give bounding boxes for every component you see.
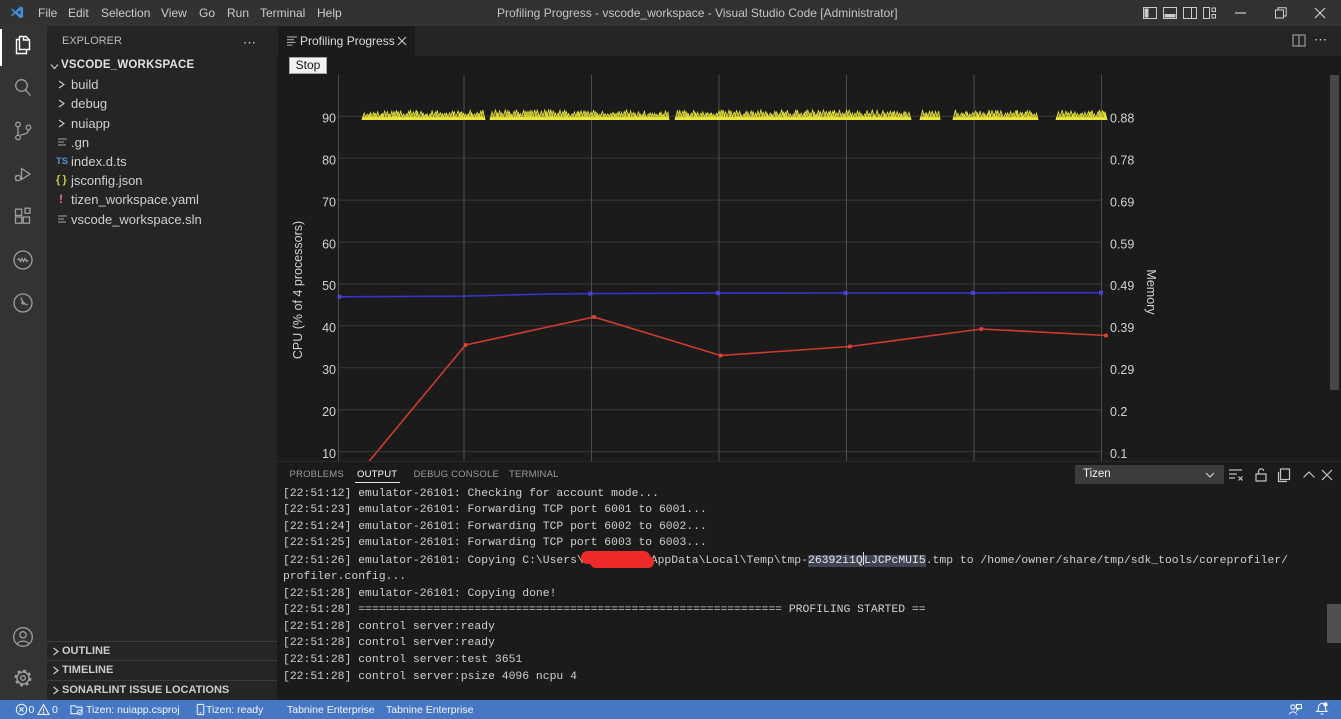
svg-text:0.78: 0.78 [1110,153,1134,167]
svg-text:60: 60 [322,237,336,251]
svg-text:0.59: 0.59 [1110,237,1134,251]
svg-text:40: 40 [322,321,336,335]
svg-text:0.69: 0.69 [1110,195,1134,209]
svg-text:0.88: 0.88 [1110,112,1134,126]
svg-text:0.39: 0.39 [1110,321,1134,335]
svg-text:Memory: Memory [1144,269,1158,315]
svg-text:20: 20 [322,405,336,419]
svg-text:30: 30 [322,363,336,377]
svg-text:10: 10 [322,447,336,461]
svg-text:50: 50 [322,279,336,293]
svg-text:0.49: 0.49 [1110,279,1134,293]
svg-text:0.29: 0.29 [1110,363,1134,377]
svg-text:CPU (% of 4 processors): CPU (% of 4 processors) [291,221,305,359]
svg-text:0.1: 0.1 [1110,447,1127,461]
svg-text:90: 90 [322,112,336,126]
svg-text:80: 80 [322,153,336,167]
svg-text:0.2: 0.2 [1110,405,1127,419]
svg-text:70: 70 [322,195,336,209]
